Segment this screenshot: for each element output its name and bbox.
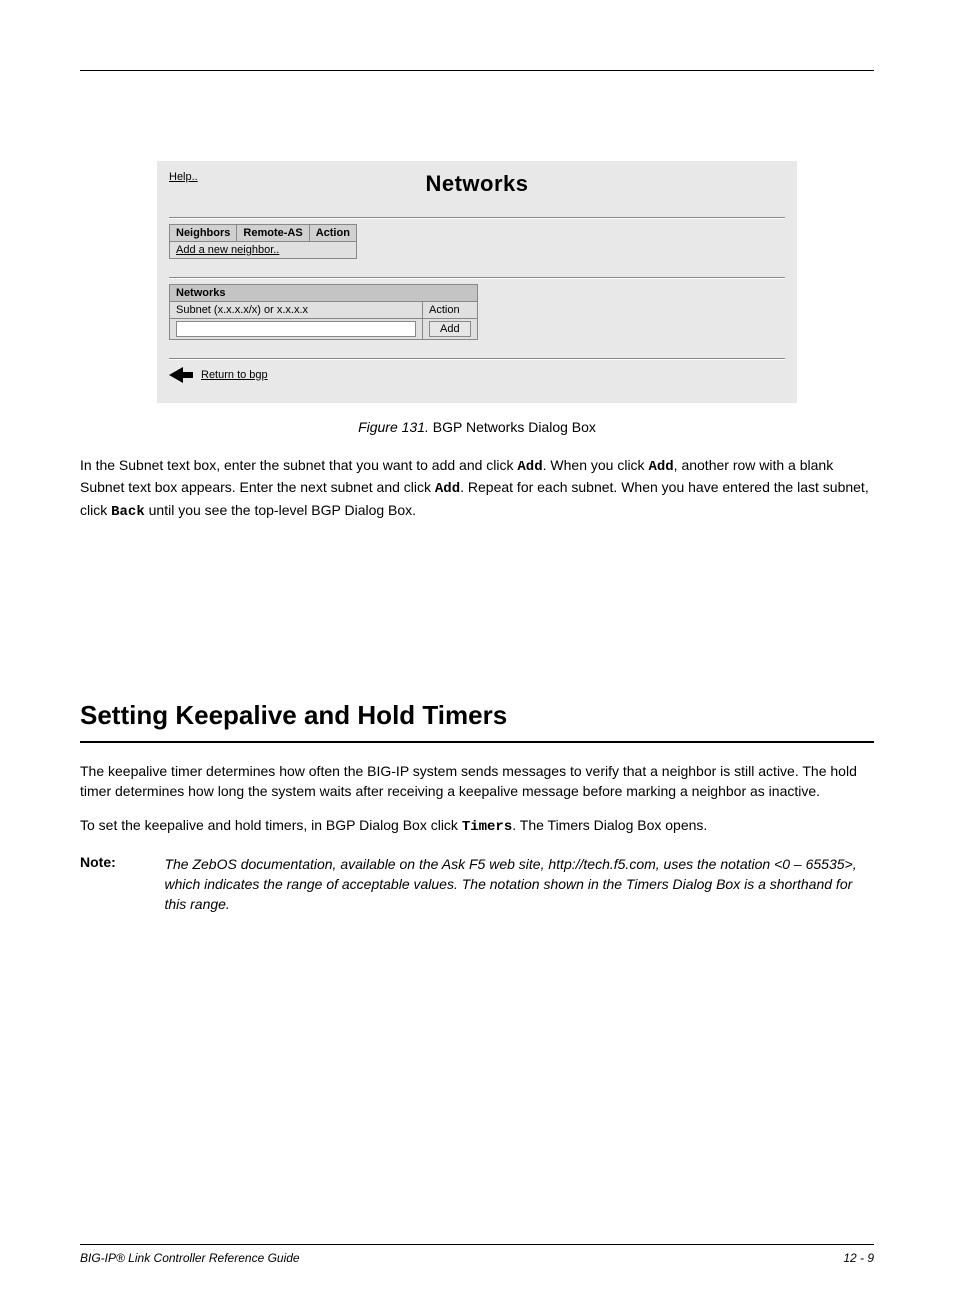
footer-guide: BIG-IP® Link Controller Reference Guide (80, 1251, 300, 1265)
subnet-input[interactable] (176, 321, 416, 337)
note-label: Note: (80, 854, 160, 870)
note-text: The ZebOS documentation, available on th… (164, 854, 868, 915)
figure-label: Figure 131. (358, 419, 429, 435)
networks-header: Networks (170, 285, 478, 302)
note-block: Note: The ZebOS documentation, available… (80, 854, 874, 915)
subnet-label: Subnet (x.x.x.x/x) or x.x.x.x (170, 302, 423, 319)
col-remote-as: Remote-AS (237, 225, 309, 242)
section-title: Setting Keepalive and Hold Timers (80, 700, 874, 731)
section-rule (80, 741, 874, 743)
panel-separator-2 (169, 277, 785, 278)
footer-rule (80, 1244, 874, 1245)
col-action: Action (309, 225, 356, 242)
panel-separator-3 (169, 358, 785, 359)
col-neighbors: Neighbors (170, 225, 237, 242)
section-paragraph-2: To set the keepalive and hold timers, in… (80, 815, 874, 837)
neighbors-table: Neighbors Remote-AS Action Add a new nei… (169, 224, 357, 259)
table-header-row: Neighbors Remote-AS Action (170, 225, 357, 242)
return-row: Return to bgp (169, 367, 785, 383)
action-label: Action (423, 302, 478, 319)
add-button[interactable]: Add (429, 321, 471, 337)
panel-title: Networks (169, 171, 785, 197)
figure-caption: Figure 131. BGP Networks Dialog Box (80, 419, 874, 435)
body-paragraph-1: In the Subnet text box, enter the subnet… (80, 455, 874, 522)
section-paragraph-1: The keepalive timer determines how often… (80, 761, 874, 802)
add-neighbor-link[interactable]: Add a new neighbor.. (176, 244, 279, 256)
footer-page-number: 12 - 9 (843, 1251, 874, 1265)
networks-table: Networks Subnet (x.x.x.x/x) or x.x.x.x A… (169, 284, 478, 340)
figure-text: BGP Networks Dialog Box (433, 419, 596, 435)
help-link[interactable]: Help.. (169, 171, 198, 183)
table-row: Add a new neighbor.. (170, 242, 357, 259)
arrow-left-icon (169, 367, 193, 383)
return-to-bgp-link[interactable]: Return to bgp (201, 369, 268, 381)
page-footer: BIG-IP® Link Controller Reference Guide … (80, 1244, 874, 1265)
panel-separator-1 (169, 217, 785, 218)
networks-panel: Help.. Networks Neighbors Remote-AS Acti… (157, 161, 797, 403)
